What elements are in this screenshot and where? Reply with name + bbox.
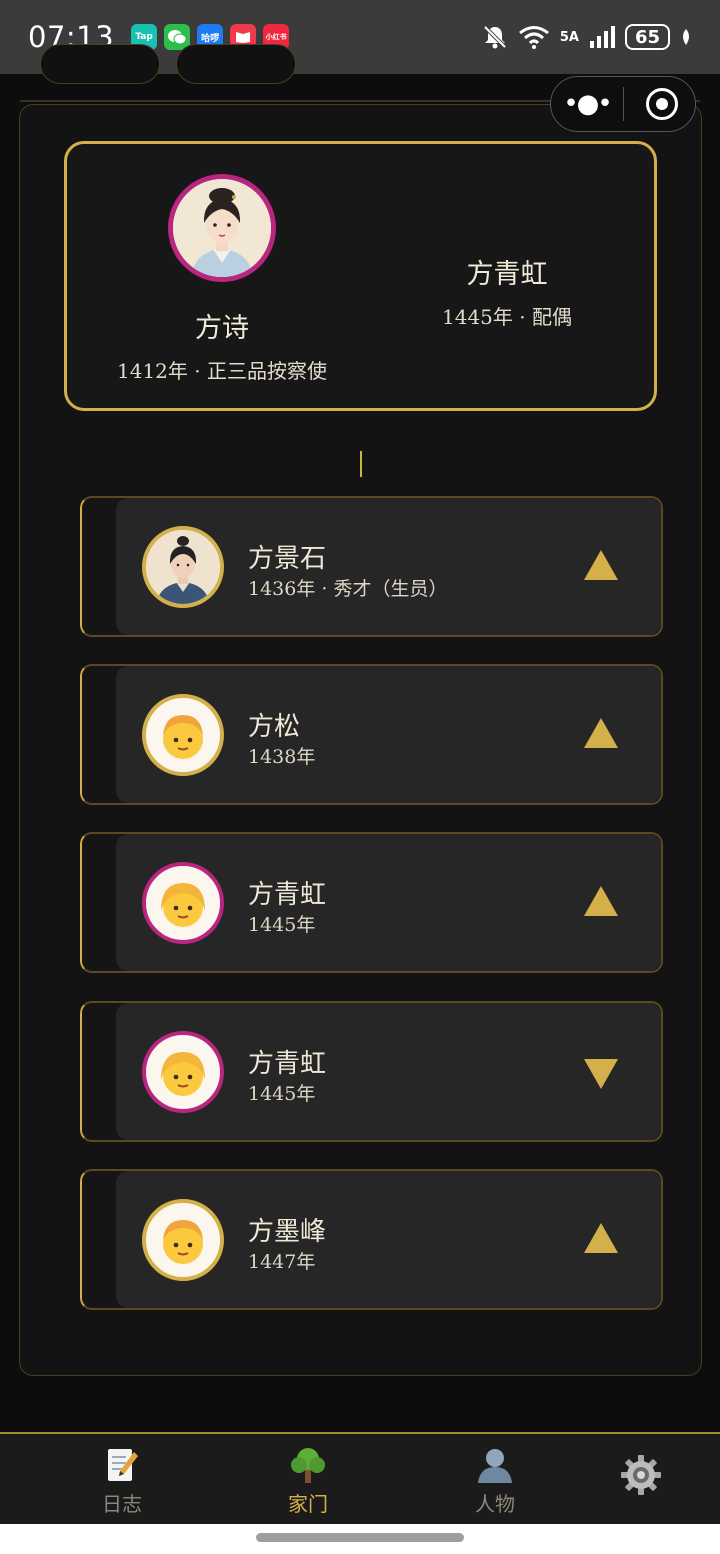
portrait-avatar bbox=[168, 174, 276, 282]
child-row[interactable]: 方墨峰 1447年 bbox=[80, 1169, 663, 1310]
child-card[interactable]: 方青虹 1445年 bbox=[116, 1003, 661, 1140]
child-meta: 1445年 bbox=[248, 914, 316, 936]
person-icon bbox=[440, 1444, 550, 1486]
child-name: 方景石 bbox=[248, 544, 327, 574]
more-options-button[interactable]: •●• bbox=[551, 89, 623, 119]
nav-tab-family[interactable]: 家门 bbox=[253, 1444, 363, 1517]
spouse-name: 方青虹 bbox=[466, 259, 548, 290]
main-person[interactable]: 方诗 1412年 · 正三品按察使 bbox=[107, 174, 337, 384]
status-indicators: 5A 65 bbox=[482, 24, 692, 50]
faded-tab-pill[interactable] bbox=[40, 44, 160, 84]
girl-avatar bbox=[142, 862, 224, 944]
faded-tab-pill[interactable] bbox=[176, 44, 296, 84]
tree-connector-line bbox=[360, 451, 362, 477]
spouse-meta: 1445年 · 配偶 bbox=[442, 305, 572, 329]
wifi-icon bbox=[518, 26, 549, 49]
nav-label: 日志 bbox=[102, 1492, 142, 1516]
expand-up-arrow-icon[interactable] bbox=[584, 550, 618, 580]
boy-avatar bbox=[142, 1199, 224, 1281]
signal-icon bbox=[589, 26, 615, 48]
network-type: 5A bbox=[559, 29, 579, 45]
capsule-divider bbox=[623, 87, 624, 121]
child-card[interactable]: 方墨峰 1447年 bbox=[116, 1171, 661, 1308]
main-person-name: 方诗 bbox=[195, 313, 249, 344]
close-miniprogram-button[interactable] bbox=[646, 88, 678, 120]
expand-down-arrow-icon[interactable] bbox=[584, 1059, 618, 1089]
nav-label: 人物 bbox=[475, 1492, 515, 1516]
battery-indicator: 65 bbox=[624, 24, 670, 50]
gear-icon bbox=[586, 1454, 696, 1496]
child-row[interactable]: 方青虹 1445年 bbox=[80, 832, 663, 973]
child-name: 方青虹 bbox=[248, 1049, 327, 1079]
nav-label: 家门 bbox=[288, 1492, 328, 1516]
expand-up-arrow-icon[interactable] bbox=[584, 718, 618, 748]
nav-tab-log[interactable]: 日志 bbox=[67, 1444, 177, 1517]
girl-avatar bbox=[142, 1031, 224, 1113]
spouse-person[interactable]: 方青虹 1445年 · 配偶 bbox=[427, 252, 587, 330]
child-meta: 1445年 bbox=[248, 1083, 316, 1105]
boy-avatar bbox=[142, 694, 224, 776]
mute-bell-icon bbox=[483, 25, 507, 49]
child-row[interactable]: 方景石 1436年 · 秀才（生员） bbox=[80, 496, 663, 637]
bottom-nav: 日志 家门 人物 bbox=[0, 1432, 720, 1524]
tree-icon bbox=[253, 1444, 363, 1486]
child-card[interactable]: 方青虹 1445年 bbox=[116, 834, 661, 971]
child-meta: 1447年 bbox=[248, 1251, 316, 1273]
child-card[interactable]: 方松 1438年 bbox=[116, 666, 661, 803]
nav-tab-characters[interactable]: 人物 bbox=[440, 1444, 550, 1517]
child-name: 方松 bbox=[248, 712, 301, 742]
child-name: 方墨峰 bbox=[248, 1217, 327, 1247]
home-indicator[interactable] bbox=[256, 1533, 464, 1542]
memo-icon bbox=[67, 1444, 177, 1486]
expand-up-arrow-icon[interactable] bbox=[584, 1223, 618, 1253]
main-person-meta: 1412年 · 正三品按察使 bbox=[117, 359, 327, 383]
child-name: 方青虹 bbox=[248, 880, 327, 910]
parent-couple-card[interactable]: 方诗 1412年 · 正三品按察使 方青虹 1445年 · 配偶 bbox=[64, 141, 657, 411]
child-meta: 1438年 bbox=[248, 746, 316, 768]
child-meta: 1436年 · 秀才（生员） bbox=[248, 578, 448, 600]
leaf-icon bbox=[683, 29, 689, 45]
child-row[interactable]: 方青虹 1445年 bbox=[80, 1001, 663, 1142]
scholar-portrait-avatar bbox=[142, 526, 224, 608]
child-row[interactable]: 方松 1438年 bbox=[80, 664, 663, 805]
child-card[interactable]: 方景石 1436年 · 秀才（生员） bbox=[116, 498, 661, 635]
nav-tab-settings[interactable] bbox=[586, 1454, 696, 1496]
miniprogram-capsule: •●• bbox=[550, 76, 696, 132]
expand-up-arrow-icon[interactable] bbox=[584, 886, 618, 916]
